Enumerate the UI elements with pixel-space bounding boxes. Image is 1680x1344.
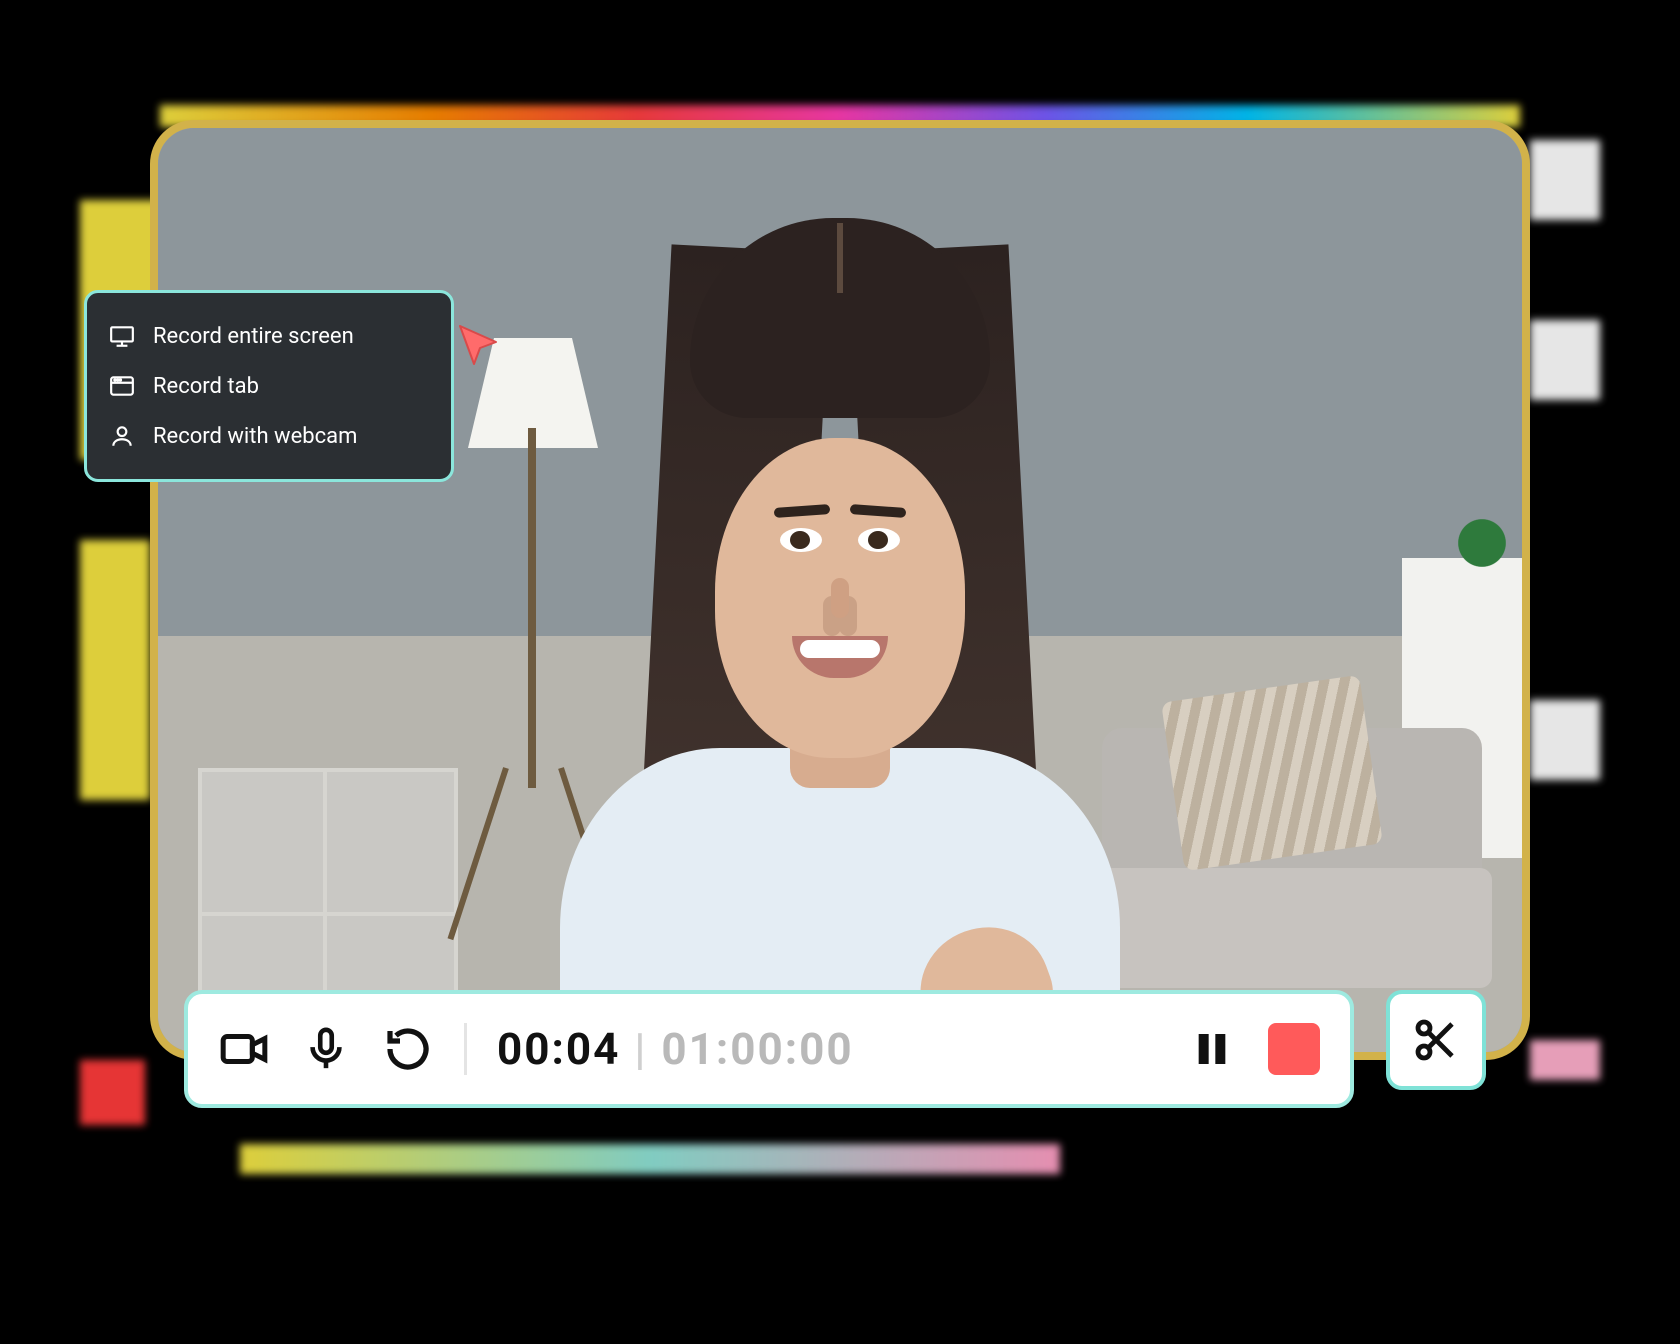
decorative-block	[80, 540, 150, 800]
menu-item-label: Record with webcam	[153, 424, 357, 449]
microphone-toggle-button[interactable]	[300, 1023, 352, 1075]
browser-tab-icon	[109, 373, 135, 399]
decorative-block	[1530, 140, 1600, 220]
pause-button[interactable]	[1186, 1023, 1238, 1075]
microphone-icon	[303, 1026, 349, 1072]
timer-display: 00:04 | 01:00:00	[497, 1023, 854, 1075]
restart-button[interactable]	[382, 1023, 434, 1075]
trim-button[interactable]	[1386, 990, 1486, 1090]
camera-toggle-button[interactable]	[218, 1023, 270, 1075]
recording-control-bar: 00:04 | 01:00:00	[184, 990, 1354, 1108]
decorative-block	[80, 1060, 145, 1125]
menu-item-record-with-webcam[interactable]: Record with webcam	[87, 411, 451, 461]
stop-button[interactable]	[1268, 1023, 1320, 1075]
background-blanket	[1161, 675, 1383, 871]
menu-item-label: Record entire screen	[153, 324, 354, 349]
total-time: 01:00:00	[661, 1023, 853, 1075]
cursor-icon	[454, 320, 502, 368]
menu-item-record-tab[interactable]: Record tab	[87, 361, 451, 411]
decorative-block	[1530, 320, 1600, 400]
menu-item-label: Record tab	[153, 374, 259, 399]
scissors-icon	[1412, 1016, 1460, 1064]
record-source-menu: Record entire screen Record tab Record w…	[84, 290, 454, 482]
time-separator: |	[634, 1023, 647, 1075]
divider	[464, 1023, 467, 1075]
elapsed-time: 00:04	[497, 1023, 620, 1075]
webcam-subject	[520, 188, 1160, 1060]
video-preview-frame	[150, 120, 1530, 1060]
person-icon	[109, 423, 135, 449]
decorative-gradient	[240, 1144, 1060, 1174]
monitor-icon	[109, 323, 135, 349]
decorative-block	[1530, 1040, 1600, 1080]
menu-item-record-entire-screen[interactable]: Record entire screen	[87, 311, 451, 361]
camera-icon	[219, 1024, 269, 1074]
background-plant	[1452, 518, 1512, 568]
restart-icon	[384, 1025, 432, 1073]
decorative-block	[1530, 700, 1600, 780]
pause-icon	[1192, 1026, 1232, 1072]
